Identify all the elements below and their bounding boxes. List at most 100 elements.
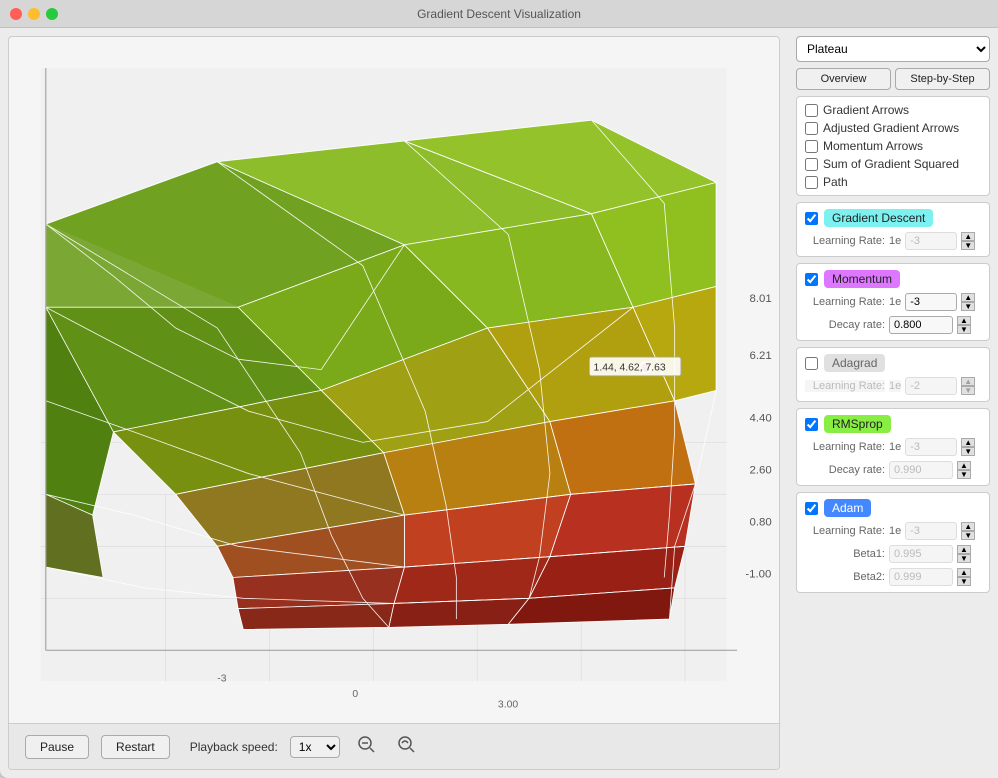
adagrad-checkbox[interactable] bbox=[805, 357, 818, 370]
gradient-descent-badge: Gradient Descent bbox=[824, 209, 933, 227]
checkbox-path: Path bbox=[805, 175, 981, 189]
adagrad-lr-up[interactable]: ▲ bbox=[961, 377, 975, 386]
gradient-arrows-checkbox[interactable] bbox=[805, 104, 818, 117]
adam-lr-up[interactable]: ▲ bbox=[961, 522, 975, 531]
minimize-button[interactable] bbox=[28, 8, 40, 20]
mom-lr-up[interactable]: ▲ bbox=[961, 293, 975, 302]
mom-lr-input[interactable] bbox=[905, 293, 957, 311]
mom-decay-spinner: ▲ ▼ bbox=[957, 316, 971, 334]
controls-bar: Pause Restart Playback speed: 0.25x 0.5x… bbox=[9, 723, 779, 769]
rms-lr-down[interactable]: ▼ bbox=[961, 447, 975, 456]
close-button[interactable] bbox=[10, 8, 22, 20]
titlebar: Gradient Descent Visualization bbox=[0, 0, 998, 28]
mom-lr-down[interactable]: ▼ bbox=[961, 302, 975, 311]
adam-checkbox[interactable] bbox=[805, 502, 818, 515]
rms-lr-spinner: ▲ ▼ bbox=[961, 438, 975, 456]
gd-lr-input[interactable] bbox=[905, 232, 957, 250]
rms-decay-down[interactable]: ▼ bbox=[957, 470, 971, 479]
adam-lr-input[interactable] bbox=[905, 522, 957, 540]
scenario-dropdown[interactable]: Plateau Bowl Saddle Ravine bbox=[796, 36, 990, 62]
y-axis-label-2: 6.21 bbox=[749, 350, 771, 362]
rms-lr-row: Learning Rate: 1e ▲ ▼ bbox=[805, 438, 981, 456]
adagrad-lr-input[interactable] bbox=[905, 377, 957, 395]
display-options: Gradient Arrows Adjusted Gradient Arrows… bbox=[796, 96, 990, 196]
adam-lr-spinner: ▲ ▼ bbox=[961, 522, 975, 540]
checkbox-momentum-arrows: Momentum Arrows bbox=[805, 139, 981, 153]
y-axis-label-6: -1.00 bbox=[745, 568, 771, 580]
adam-beta1-input[interactable] bbox=[889, 545, 953, 563]
momentum-arrows-checkbox[interactable] bbox=[805, 140, 818, 153]
rmsprop-header: RMSprop bbox=[805, 415, 981, 433]
momentum-checkbox[interactable] bbox=[805, 273, 818, 286]
adam-badge: Adam bbox=[824, 499, 871, 517]
adjusted-gradient-arrows-checkbox[interactable] bbox=[805, 122, 818, 135]
rms-decay-label: Decay rate: bbox=[805, 464, 885, 476]
adam-beta1-row: Beta1: ▲ ▼ bbox=[805, 545, 981, 563]
rms-lr-unit: 1e bbox=[889, 441, 901, 453]
mom-lr-spinner: ▲ ▼ bbox=[961, 293, 975, 311]
adam-lr-unit: 1e bbox=[889, 525, 901, 537]
adam-beta2-up[interactable]: ▲ bbox=[957, 568, 971, 577]
adagrad-lr-unit: 1e bbox=[889, 380, 901, 392]
x-axis-label-1: -3 bbox=[217, 673, 226, 684]
3d-surface-plot: 8.01 6.21 4.40 2.60 0.80 -1.00 -3 0 3.00 bbox=[9, 37, 779, 723]
adam-block: Adam Learning Rate: 1e ▲ ▼ Beta1: ▲ bbox=[796, 492, 990, 593]
zoom-out-button[interactable] bbox=[352, 732, 380, 761]
adam-beta1-down[interactable]: ▼ bbox=[957, 554, 971, 563]
gd-lr-down[interactable]: ▼ bbox=[961, 241, 975, 250]
adam-beta2-row: Beta2: ▲ ▼ bbox=[805, 568, 981, 586]
sidebar: Plateau Bowl Saddle Ravine Overview Step… bbox=[788, 28, 998, 778]
adam-lr-down[interactable]: ▼ bbox=[961, 531, 975, 540]
tab-overview[interactable]: Overview bbox=[796, 68, 891, 90]
canvas-area: 8.01 6.21 4.40 2.60 0.80 -1.00 -3 0 3.00 bbox=[8, 36, 780, 770]
adam-header: Adam bbox=[805, 499, 981, 517]
mom-decay-input[interactable] bbox=[889, 316, 953, 334]
window-title: Gradient Descent Visualization bbox=[417, 7, 581, 21]
rms-lr-label: Learning Rate: bbox=[805, 441, 885, 453]
x-axis-label-3: 3.00 bbox=[498, 699, 518, 710]
adagrad-badge: Adagrad bbox=[824, 354, 885, 372]
tab-step-by-step[interactable]: Step-by-Step bbox=[895, 68, 990, 90]
app-window: Gradient Descent Visualization bbox=[0, 0, 998, 778]
rmsprop-block: RMSprop Learning Rate: 1e ▲ ▼ Decay rate… bbox=[796, 408, 990, 486]
zoom-reset-button[interactable] bbox=[392, 732, 420, 761]
rms-decay-row: Decay rate: ▲ ▼ bbox=[805, 461, 981, 479]
momentum-arrows-label: Momentum Arrows bbox=[823, 139, 923, 153]
viz-container: 8.01 6.21 4.40 2.60 0.80 -1.00 -3 0 3.00 bbox=[9, 37, 779, 723]
gradient-descent-checkbox[interactable] bbox=[805, 212, 818, 225]
adagrad-header: Adagrad bbox=[805, 354, 981, 372]
gd-lr-row: Learning Rate: 1e ▲ ▼ bbox=[805, 232, 981, 250]
sum-gradient-squared-checkbox[interactable] bbox=[805, 158, 818, 171]
pause-button[interactable]: Pause bbox=[25, 735, 89, 759]
gd-lr-up[interactable]: ▲ bbox=[961, 232, 975, 241]
rmsprop-checkbox[interactable] bbox=[805, 418, 818, 431]
mom-decay-up[interactable]: ▲ bbox=[957, 316, 971, 325]
adam-beta2-down[interactable]: ▼ bbox=[957, 577, 971, 586]
path-checkbox[interactable] bbox=[805, 176, 818, 189]
rms-decay-input[interactable] bbox=[889, 461, 953, 479]
window-controls bbox=[10, 8, 58, 20]
momentum-badge: Momentum bbox=[824, 270, 900, 288]
rms-lr-input[interactable] bbox=[905, 438, 957, 456]
gd-lr-label: Learning Rate: bbox=[805, 235, 885, 247]
main-content: 8.01 6.21 4.40 2.60 0.80 -1.00 -3 0 3.00 bbox=[0, 28, 998, 778]
rms-lr-up[interactable]: ▲ bbox=[961, 438, 975, 447]
adjusted-gradient-arrows-label: Adjusted Gradient Arrows bbox=[823, 121, 959, 135]
restart-button[interactable]: Restart bbox=[101, 735, 170, 759]
mom-decay-down[interactable]: ▼ bbox=[957, 325, 971, 334]
adagrad-lr-row: Learning Rate: 1e ▲ ▼ bbox=[805, 377, 981, 395]
adam-beta2-label: Beta2: bbox=[805, 571, 885, 583]
rms-decay-up[interactable]: ▲ bbox=[957, 461, 971, 470]
adagrad-lr-down[interactable]: ▼ bbox=[961, 386, 975, 395]
adam-beta2-spinner: ▲ ▼ bbox=[957, 568, 971, 586]
adam-beta1-up[interactable]: ▲ bbox=[957, 545, 971, 554]
y-axis-label-1: 8.01 bbox=[749, 293, 771, 305]
adam-lr-row: Learning Rate: 1e ▲ ▼ bbox=[805, 522, 981, 540]
momentum-block: Momentum Learning Rate: 1e ▲ ▼ Decay rat… bbox=[796, 263, 990, 341]
adam-beta2-input[interactable] bbox=[889, 568, 953, 586]
sum-gradient-squared-label: Sum of Gradient Squared bbox=[823, 157, 959, 171]
mom-lr-row: Learning Rate: 1e ▲ ▼ bbox=[805, 293, 981, 311]
maximize-button[interactable] bbox=[46, 8, 58, 20]
playback-speed-select[interactable]: 0.25x 0.5x 1x 2x 4x bbox=[290, 736, 340, 758]
playback-speed-label: Playback speed: bbox=[190, 740, 278, 754]
